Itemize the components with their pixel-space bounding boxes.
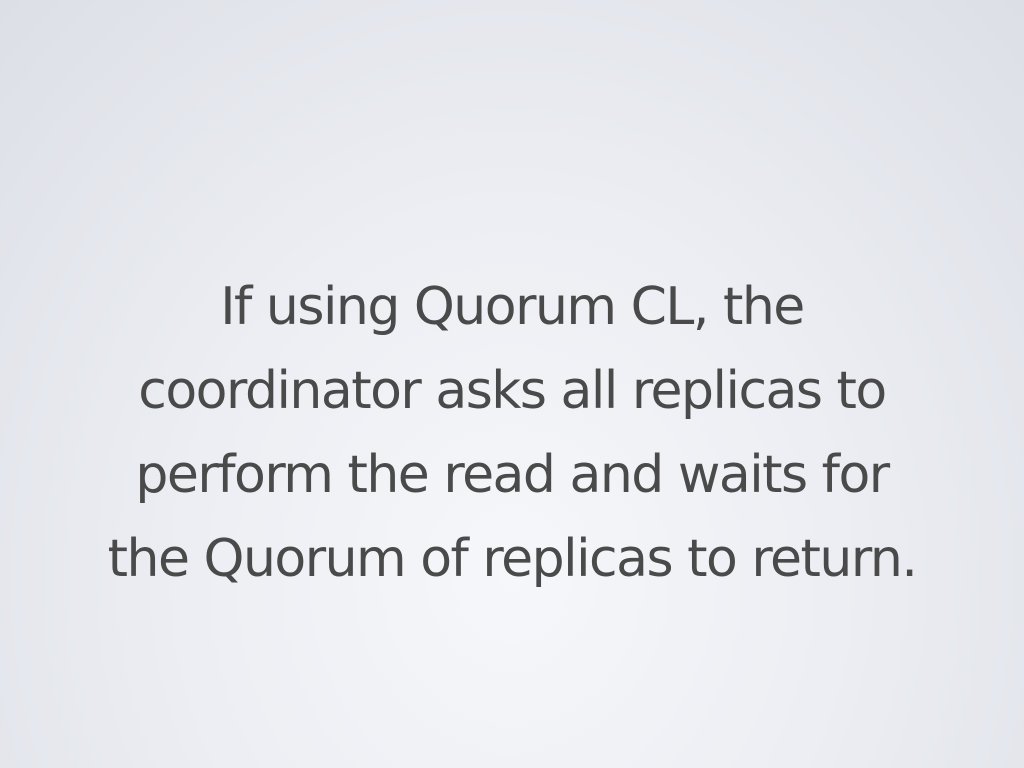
slide-body-text: If using Quorum CL, the coordinator asks… xyxy=(0,265,1024,601)
slide: If using Quorum CL, the coordinator asks… xyxy=(0,0,1024,768)
text-line-2: coordinator asks all replicas to xyxy=(138,361,887,421)
text-line-4: the Quorum of replicas to return. xyxy=(107,529,918,589)
text-line-1: If using Quorum CL, the xyxy=(220,277,805,337)
text-line-3: perform the read and waits for xyxy=(135,445,890,505)
